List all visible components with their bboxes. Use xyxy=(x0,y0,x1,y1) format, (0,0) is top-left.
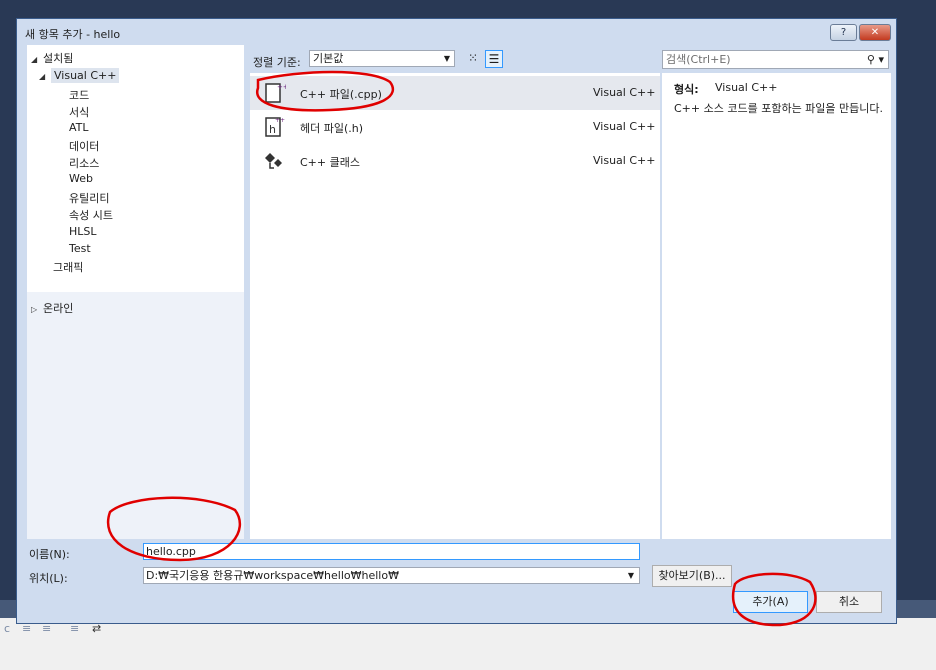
svg-text:++: ++ xyxy=(277,83,286,91)
name-field[interactable]: hello.cpp xyxy=(143,543,640,560)
chevron-down-icon: ▼ xyxy=(443,54,450,63)
chevron-down-icon: ▼ xyxy=(627,571,634,580)
tree-label: 설치됨 xyxy=(43,52,74,65)
tree-item-resource[interactable]: 리소스 xyxy=(69,155,99,171)
type-label: 형식: xyxy=(674,83,699,96)
list-view-icon[interactable]: ☰ xyxy=(485,50,503,68)
svg-text:h: h xyxy=(269,123,276,136)
name-label: 이름(N): xyxy=(29,548,70,561)
location-value: D:₩국기응용 한용규₩workspace₩hello₩hello₩ xyxy=(146,569,399,582)
template-name: C++ 클래스 xyxy=(300,156,360,169)
close-button[interactable]: ✕ xyxy=(859,24,891,41)
svg-text:++: ++ xyxy=(275,117,285,124)
tree-label: 온라인 xyxy=(43,302,74,315)
template-language: Visual C++ xyxy=(593,120,656,133)
category-tree: ◢ 설치됨 ◢ Visual C++ 코드 서식 ATL 데이터 리소스 Web 유… xyxy=(27,45,244,539)
ide-toolbar: c ≡ ≡ ≡ ⇄ xyxy=(0,618,936,670)
grid-view-icon[interactable]: ⁙ xyxy=(464,50,482,68)
cpp-file-icon: ++ xyxy=(262,81,289,105)
template-item-cpp-file[interactable]: ++ C++ 파일(.cpp) Visual C++ xyxy=(250,76,660,110)
template-info-panel: 형식: Visual C++ C++ 소스 코드를 포함하는 파일을 만듭니다. xyxy=(662,73,891,539)
template-item-header-file[interactable]: h ++ 헤더 파일(.h) Visual C++ xyxy=(250,110,660,144)
tree-label: Visual C++ xyxy=(51,68,120,83)
dialog-title: 새 항목 추가 - hello xyxy=(25,28,121,41)
tree-item-atl[interactable]: ATL xyxy=(69,121,89,134)
tree-item-code[interactable]: 코드 xyxy=(69,87,89,103)
location-dropdown[interactable]: D:₩국기응용 한용규₩workspace₩hello₩hello₩ ▼ xyxy=(143,567,640,584)
expanded-arrow-icon: ◢ xyxy=(39,72,46,81)
template-description: C++ 소스 코드를 포함하는 파일을 만듭니다. xyxy=(674,102,884,115)
header-file-icon: h ++ xyxy=(262,115,286,139)
template-name: 헤더 파일(.h) xyxy=(300,122,364,135)
template-list: ++ C++ 파일(.cpp) Visual C++ h ++ 헤더 파일(.h)… xyxy=(250,73,660,539)
expanded-arrow-icon: ◢ xyxy=(31,55,38,64)
add-new-item-dialog: 새 항목 추가 - hello ? ✕ ◢ 설치됨 ◢ Visual C++ 코드 … xyxy=(16,18,897,624)
dialog-titlebar: 새 항목 추가 - hello ? ✕ xyxy=(17,19,896,45)
type-value: Visual C++ xyxy=(715,81,778,94)
template-name: C++ 파일(.cpp) xyxy=(300,88,382,101)
tree-item-property-sheet[interactable]: 속성 시트 xyxy=(69,207,113,223)
tree-item-web[interactable]: Web xyxy=(69,172,93,185)
tree-item-test[interactable]: Test xyxy=(69,242,91,255)
tree-item-installed[interactable]: ◢ 설치됨 xyxy=(31,50,73,66)
cancel-button[interactable]: 취소 xyxy=(816,591,882,613)
template-language: Visual C++ xyxy=(593,86,656,99)
collapsed-arrow-icon: ▷ xyxy=(31,305,38,314)
search-input[interactable]: 검색(Ctrl+E) ⚲ ▾ xyxy=(662,50,889,69)
sort-value: 기본값 xyxy=(313,52,344,65)
tree-item-visual-cpp[interactable]: ◢ Visual C++ xyxy=(39,68,120,83)
search-placeholder: 검색(Ctrl+E) xyxy=(666,53,731,66)
sort-label: 정렬 기준: xyxy=(253,56,301,69)
add-button[interactable]: 추가(A) xyxy=(733,591,808,613)
cpp-class-icon xyxy=(262,149,286,173)
tree-item-hlsl[interactable]: HLSL xyxy=(69,225,97,238)
sort-dropdown[interactable]: 기본값 ▼ xyxy=(309,50,455,67)
tree-item-format[interactable]: 서식 xyxy=(69,104,89,120)
location-label: 위치(L): xyxy=(29,572,68,585)
search-icon[interactable]: ⚲ ▾ xyxy=(867,51,884,68)
tree-item-online[interactable]: ▷ 온라인 xyxy=(31,300,73,316)
tree-item-utility[interactable]: 유틸리티 xyxy=(69,190,109,206)
toolbar-icon: c xyxy=(4,622,11,635)
tree-item-graphics[interactable]: 그래픽 xyxy=(53,259,83,275)
help-button[interactable]: ? xyxy=(830,24,857,41)
template-item-cpp-class[interactable]: C++ 클래스 Visual C++ xyxy=(250,144,660,178)
template-language: Visual C++ xyxy=(593,154,656,167)
browse-button[interactable]: 찾아보기(B)... xyxy=(652,565,732,587)
tree-item-data[interactable]: 데이터 xyxy=(69,138,99,154)
